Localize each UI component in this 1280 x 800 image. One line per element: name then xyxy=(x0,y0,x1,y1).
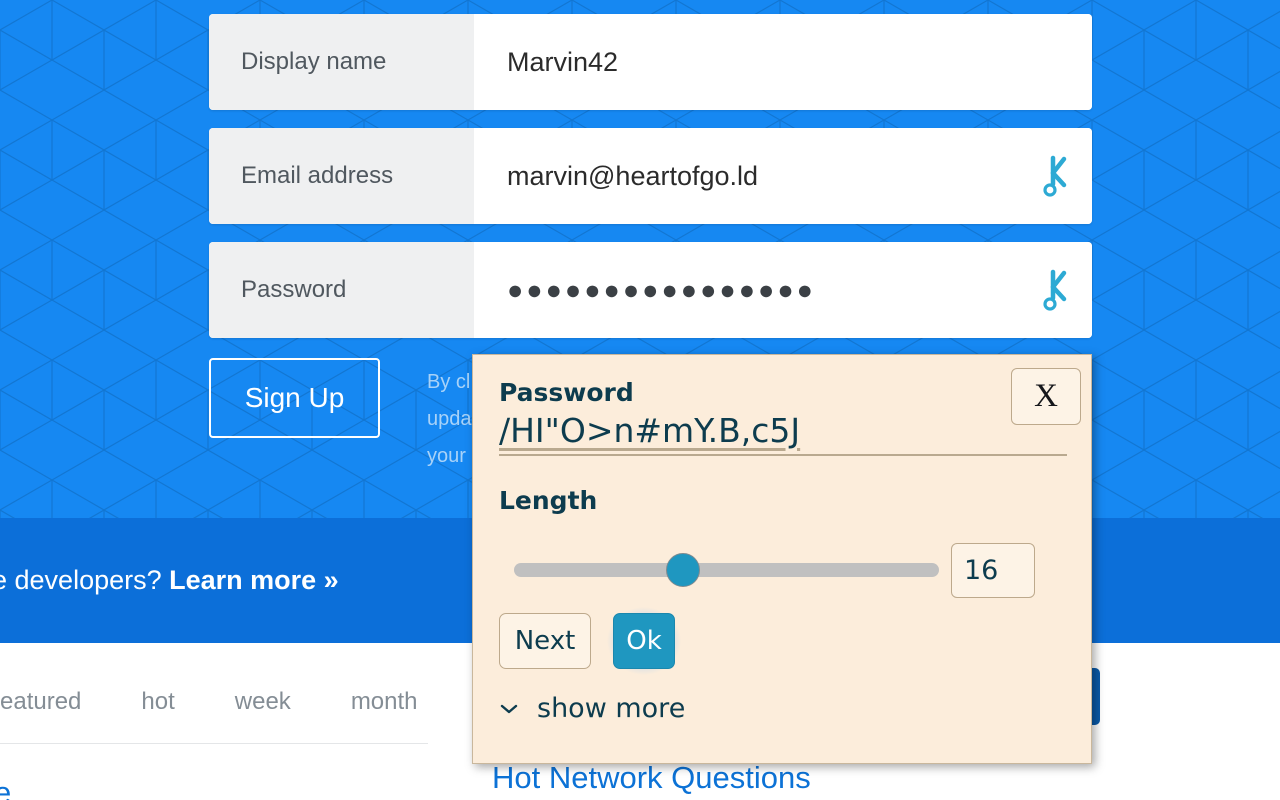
generated-password-value: /HI"O>n#mY.B,c5J xyxy=(499,411,801,450)
keepassxc-icon[interactable] xyxy=(1040,268,1070,312)
generated-password-field[interactable]: /HI"O>n#mY.B,c5J xyxy=(499,411,1067,456)
show-more-label: show more xyxy=(537,693,686,724)
length-value-text: 16 xyxy=(964,554,999,586)
field-row-email: Email address marvin@heartofgo.ld xyxy=(209,128,1092,224)
next-button[interactable]: Next xyxy=(499,613,591,669)
length-value-input[interactable]: 16 xyxy=(951,542,1035,598)
display-name-value: Marvin42 xyxy=(507,46,619,77)
ok-button[interactable]: Ok xyxy=(613,613,675,669)
tab-featured[interactable]: eatured xyxy=(0,688,111,716)
ok-button-focus-glow: Ok xyxy=(607,607,681,675)
length-slider[interactable] xyxy=(499,540,939,600)
field-label-email: Email address xyxy=(209,128,474,224)
dialog-title: Password xyxy=(499,378,634,407)
hot-network-questions-heading: Hot Network Questions xyxy=(492,760,811,795)
show-more-toggle[interactable]: show more xyxy=(499,693,685,724)
tab-month[interactable]: month xyxy=(321,688,448,716)
length-label: Length xyxy=(499,486,598,515)
field-label-password: Password xyxy=(209,242,474,338)
field-label-display-name: Display name xyxy=(209,14,474,110)
email-value: marvin@heartofgo.ld xyxy=(507,160,759,191)
password-masked-value: ●●●●●●●●●●●●●●●● xyxy=(507,274,816,305)
dialog-buttons: Next Ok xyxy=(499,607,681,675)
password-input[interactable]: ●●●●●●●●●●●●●●●● xyxy=(474,242,1092,338)
clipped-question-link[interactable]: e xyxy=(0,775,11,800)
password-generator-dialog: Password X /HI"O>n#mY.B,c5J Length 16 Ne… xyxy=(472,354,1092,764)
field-row-display-name: Display name Marvin42 xyxy=(209,14,1092,110)
developers-banner-text: e developers? Learn more » xyxy=(0,565,339,596)
page-root: Display name Marvin42 Email address marv… xyxy=(0,0,1280,800)
tab-hot[interactable]: hot xyxy=(111,688,204,716)
tabs-divider xyxy=(0,743,428,744)
chevron-down-icon xyxy=(499,698,519,720)
length-control-row: 16 xyxy=(499,540,1067,600)
chevron-down-glyph xyxy=(500,704,518,713)
sign-up-button[interactable]: Sign Up xyxy=(209,358,380,438)
field-row-password: Password ●●●●●●●●●●●●●●●● xyxy=(209,242,1092,338)
developers-banner-clipped-text: e developers? xyxy=(0,565,170,595)
keepassxc-icon[interactable] xyxy=(1040,154,1070,198)
length-slider-track xyxy=(514,563,939,577)
learn-more-link[interactable]: Learn more » xyxy=(169,565,339,595)
question-filter-tabs: eatured hot week month xyxy=(0,688,448,716)
display-name-input[interactable]: Marvin42 xyxy=(474,14,1092,110)
tab-week[interactable]: week xyxy=(205,688,321,716)
length-slider-thumb[interactable] xyxy=(666,553,701,587)
email-input[interactable]: marvin@heartofgo.ld xyxy=(474,128,1092,224)
